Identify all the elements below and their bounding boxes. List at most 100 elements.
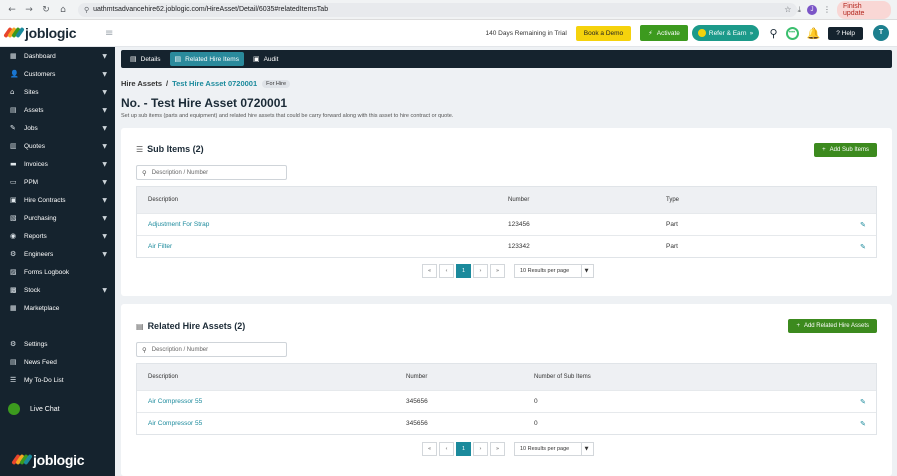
- column-header-description[interactable]: Description: [148, 197, 178, 203]
- breadcrumb-current[interactable]: Test Hire Asset 0720001: [172, 79, 257, 88]
- sidebar-item-dashboard[interactable]: ▦ Dashboard ▼: [0, 47, 115, 65]
- sidebar-item-customers[interactable]: 👤 Customers ▼: [0, 65, 115, 83]
- help-button[interactable]: ? Help: [828, 26, 863, 40]
- sidebar-item-assets[interactable]: ▤ Assets ▼: [0, 101, 115, 119]
- related-assets-icon: ▤: [136, 321, 144, 331]
- edit-icon[interactable]: ✎: [860, 243, 866, 251]
- results-per-page-select[interactable]: 10 Results per page ▼: [514, 442, 594, 456]
- first-page-icon[interactable]: «: [422, 442, 437, 456]
- column-header-description[interactable]: Description: [148, 374, 178, 380]
- related-search-input[interactable]: ⚲ Description / Number: [136, 342, 287, 357]
- page-number-button[interactable]: 1: [456, 264, 471, 278]
- related-pagination: « ‹ 1 › » 10 Results per page ▼: [422, 442, 594, 456]
- live-chat-button[interactable]: Live Chat: [8, 403, 60, 415]
- reload-icon[interactable]: ↻: [40, 4, 52, 16]
- sidebar-item-invoices[interactable]: ▬ Invoices ▼: [0, 155, 115, 173]
- engineers-icon: ⚙: [10, 250, 17, 258]
- sidebar-item-jobs[interactable]: ✎ Jobs ▼: [0, 119, 115, 137]
- row-type: Part: [666, 221, 678, 228]
- row-sub-items-count: 0: [534, 420, 538, 427]
- next-page-icon[interactable]: ›: [473, 442, 488, 456]
- bookmark-star-icon[interactable]: ☆: [784, 5, 791, 14]
- row-description-link[interactable]: Air Compressor 55: [148, 398, 202, 405]
- edit-icon[interactable]: ✎: [860, 420, 866, 428]
- first-page-icon[interactable]: «: [422, 264, 437, 278]
- site-info-icon[interactable]: ⚲: [84, 6, 89, 14]
- sidebar-item-label: My To-Do List: [24, 376, 64, 384]
- invoices-icon: ▬: [10, 160, 17, 168]
- tab-details[interactable]: ▤ Details: [125, 52, 166, 66]
- forward-icon[interactable]: →: [23, 4, 35, 16]
- sidebar-item-hire-contracts[interactable]: ▣ Hire Contracts ▼: [0, 191, 115, 209]
- activate-button[interactable]: ⚡ Activate: [640, 25, 688, 41]
- home-icon[interactable]: ⌂: [57, 4, 69, 16]
- user-avatar[interactable]: T: [873, 25, 889, 41]
- sub-items-search-input[interactable]: ⚲ Description / Number: [136, 165, 287, 180]
- sidebar-item-label: Quotes: [24, 142, 45, 150]
- sidebar-item-reports[interactable]: ◉ Reports ▼: [0, 227, 115, 245]
- hamburger-menu-icon[interactable]: ≡: [105, 28, 113, 39]
- sidebar-item-settings[interactable]: ⚙ Settings: [0, 335, 115, 353]
- sidebar-item-forms-logbook[interactable]: ▨ Forms Logbook: [0, 263, 115, 281]
- results-per-page-select[interactable]: 10 Results per page ▼: [514, 264, 594, 278]
- row-description-link[interactable]: Adjustment For Strap: [148, 221, 209, 228]
- list-icon: ☰: [136, 144, 144, 154]
- search-icon[interactable]: ⚲: [769, 27, 777, 40]
- sidebar-item-label: Invoices: [24, 160, 48, 168]
- sidebar-item-my-to-do-list[interactable]: ☰ My To-Do List: [0, 371, 115, 389]
- logo[interactable]: joblogic: [0, 25, 115, 41]
- prev-page-icon[interactable]: ‹: [439, 264, 454, 278]
- column-header-type[interactable]: Type: [666, 197, 679, 203]
- detail-tabs: ▤ Details ▤ Related Hire Items ▣ Audit: [121, 50, 892, 68]
- sidebar-item-engineers[interactable]: ⚙ Engineers ▼: [0, 245, 115, 263]
- sidebar-item-ppm[interactable]: ▭ PPM ▼: [0, 173, 115, 191]
- sidebar-item-sites[interactable]: ⌂ Sites ▼: [0, 83, 115, 101]
- column-header-number[interactable]: Number: [406, 374, 427, 380]
- prev-page-icon[interactable]: ‹: [439, 442, 454, 456]
- row-type: Part: [666, 243, 678, 250]
- download-icon[interactable]: ⤓: [797, 5, 801, 15]
- row-description-link[interactable]: Air Compressor 55: [148, 420, 202, 427]
- hire-contracts-icon: ▣: [10, 196, 17, 204]
- edit-icon[interactable]: ✎: [860, 221, 866, 229]
- audit-icon: ▣: [252, 55, 260, 63]
- chevron-down-icon: ▼: [102, 106, 107, 114]
- finish-update-button[interactable]: Finish update: [837, 0, 891, 19]
- column-header-number[interactable]: Number: [508, 197, 529, 203]
- sidebar-item-marketplace[interactable]: ▦ Marketplace: [0, 299, 115, 317]
- last-page-icon[interactable]: »: [490, 442, 505, 456]
- chevron-down-icon: ▼: [102, 160, 107, 168]
- sidebar-nav: ▦ Dashboard ▼ 👤 Customers ▼ ⌂ Sites ▼ ▤ Assets ▼ ✎ Jo…: [0, 47, 115, 389]
- chat-icon[interactable]: •••: [785, 26, 799, 40]
- refer-earn-button[interactable]: Refer & Earn »: [691, 25, 760, 41]
- breadcrumb-root[interactable]: Hire Assets: [121, 79, 162, 88]
- chevron-down-icon: ▼: [102, 88, 107, 96]
- profile-avatar[interactable]: J: [807, 4, 818, 15]
- plus-icon: +: [822, 147, 826, 153]
- sidebar-item-quotes[interactable]: ▥ Quotes ▼: [0, 137, 115, 155]
- notification-bell-icon[interactable]: 🔔: [807, 27, 821, 40]
- sidebar-item-purchasing[interactable]: ▧ Purchasing ▼: [0, 209, 115, 227]
- sidebar-item-news-feed[interactable]: ▤ News Feed: [0, 353, 115, 371]
- plus-icon: +: [796, 323, 800, 329]
- live-chat-label: Live Chat: [30, 405, 60, 413]
- refer-icon: [697, 29, 706, 37]
- address-bar[interactable]: ⚲ uathmtsadvancehire62.joblogic.com/Hire…: [77, 2, 798, 17]
- tab-audit[interactable]: ▣ Audit: [248, 52, 283, 66]
- column-header-sub-items[interactable]: Number of Sub Items: [534, 374, 591, 380]
- sidebar-item-stock[interactable]: ▩ Stock ▼: [0, 281, 115, 299]
- next-page-icon[interactable]: ›: [473, 264, 488, 278]
- last-page-icon[interactable]: »: [490, 264, 505, 278]
- back-icon[interactable]: ←: [6, 4, 18, 16]
- row-description-link[interactable]: Air Filter: [148, 243, 172, 250]
- tab-related-hire-items[interactable]: ▤ Related Hire Items: [169, 52, 244, 66]
- sidebar-item-label: Assets: [24, 106, 44, 114]
- sub-items-card: ☰ Sub Items (2) + Add Sub Items ⚲ Descri…: [121, 128, 892, 296]
- menu-kebab-icon[interactable]: ⋮: [823, 5, 831, 14]
- add-sub-items-button[interactable]: + Add Sub Items: [814, 143, 877, 157]
- page-number-button[interactable]: 1: [456, 442, 471, 456]
- edit-icon[interactable]: ✎: [860, 398, 866, 406]
- add-related-hire-assets-button[interactable]: + Add Related Hire Assets: [788, 319, 877, 333]
- book-demo-button[interactable]: Book a Demo: [575, 25, 632, 41]
